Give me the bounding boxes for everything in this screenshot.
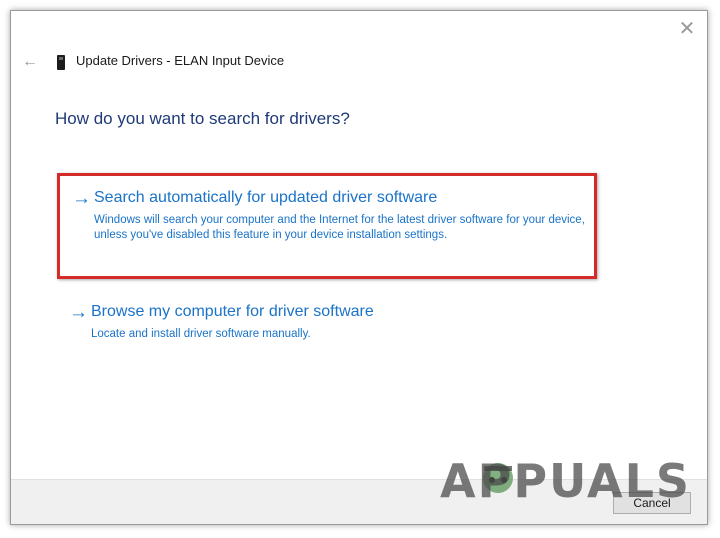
close-icon[interactable]: ✕ [675, 17, 699, 41]
input-device-icon [57, 55, 65, 70]
back-arrow-icon[interactable]: ← [19, 51, 41, 73]
cancel-button[interactable]: Cancel [613, 492, 691, 514]
dialog-footer: Cancel [11, 479, 707, 524]
title-bar: ← Update Drivers - ELAN Input Device [11, 49, 707, 75]
window-title: Update Drivers - ELAN Input Device [76, 53, 285, 68]
option-title: Search automatically for updated driver … [94, 189, 438, 206]
browse-computer-option[interactable]: → Browse my computer for driver software… [57, 299, 597, 359]
option-description: Windows will search your computer and th… [94, 214, 585, 241]
page-heading: How do you want to search for drivers? [55, 109, 350, 128]
right-arrow-icon: → [69, 302, 88, 323]
option-description: Locate and install driver software manua… [91, 328, 311, 340]
right-arrow-icon: → [72, 188, 91, 209]
update-drivers-dialog: ✕ ← Update Drivers - ELAN Input Device H… [10, 10, 708, 525]
option-title: Browse my computer for driver software [91, 303, 374, 320]
search-automatically-option[interactable]: → Search automatically for updated drive… [57, 173, 597, 279]
